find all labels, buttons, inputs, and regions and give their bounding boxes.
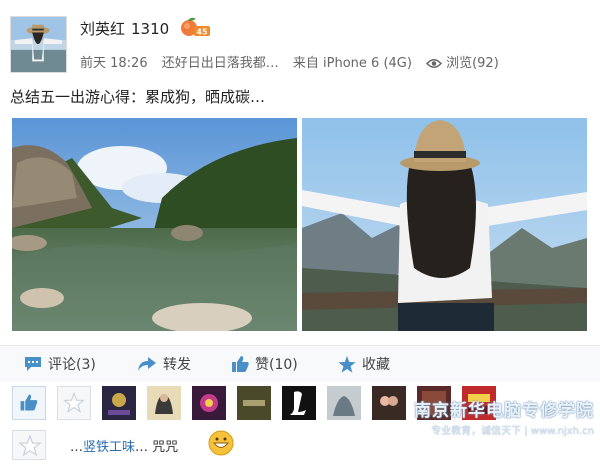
comment-text: …竖铁工味… 咒咒 xyxy=(70,436,178,455)
post-meta: 前天 18:26 还好日出日落我都… 来自 iPhone 6 (4G) 浏览(9… xyxy=(80,52,519,71)
view-count: 浏览(92) xyxy=(426,56,509,71)
gift-3-icon[interactable] xyxy=(192,386,226,420)
like-button[interactable]: 赞(10) xyxy=(232,354,298,374)
watermark-title: 南京新华电脑专修学院 xyxy=(414,401,594,421)
comment-icon xyxy=(25,357,41,371)
level-badge-icon: 45 xyxy=(181,17,210,37)
level-badge-text: 45 xyxy=(196,28,208,37)
eye-icon xyxy=(426,59,443,68)
star-icon xyxy=(63,391,85,413)
gift-1-icon[interactable] xyxy=(102,386,136,420)
photo-person[interactable] xyxy=(302,118,587,331)
view-count-text: 浏览(92) xyxy=(446,56,499,71)
post-title[interactable]: 还好日出日落我都… xyxy=(162,56,279,71)
comment-user-link[interactable]: 竖铁 xyxy=(83,440,109,455)
star-icon xyxy=(338,355,356,373)
username-text[interactable]: 刘英红 xyxy=(80,20,125,38)
thumb-up-icon xyxy=(20,394,38,411)
grin-emoji-icon xyxy=(208,430,234,456)
post-card: 刘英红 1310 45 前天 18:26 还好日出日落我都… 来自 iPhone … xyxy=(0,0,600,460)
gift-2-icon[interactable] xyxy=(147,386,181,420)
comment-prefix: … xyxy=(70,440,83,455)
star-icon xyxy=(18,434,42,457)
comment-row: …竖铁工味… 咒咒 xyxy=(0,428,600,460)
gift-5-icon[interactable] xyxy=(282,386,316,420)
username[interactable]: 刘英红 1310 xyxy=(80,18,169,39)
gift-4-icon[interactable] xyxy=(237,386,271,420)
photo-lake[interactable] xyxy=(12,118,297,331)
comment-label[interactable]: 评论(3) xyxy=(48,354,96,374)
thumb-up-icon xyxy=(232,356,249,372)
post-text: 总结五一出游心得：累成狗，晒成碳… xyxy=(10,88,266,106)
share-icon xyxy=(138,357,156,371)
comment-suffix: … 咒咒 xyxy=(135,440,179,455)
gift-6-icon[interactable] xyxy=(327,386,361,420)
favorite-button[interactable]: 收藏 xyxy=(338,354,390,374)
comment-button[interactable]: 评论(3) xyxy=(24,354,96,374)
action-bar: 评论(3) 转发 赞(10) 收藏 xyxy=(0,346,600,382)
gift-like-button[interactable] xyxy=(12,386,46,420)
post-source: 来自 iPhone 6 (4G) xyxy=(292,56,412,71)
user-number: 1310 xyxy=(131,20,170,38)
comment-star-button[interactable] xyxy=(12,430,46,460)
avatar[interactable] xyxy=(10,16,67,73)
gift-star-button[interactable] xyxy=(57,386,91,420)
post-time[interactable]: 前天 18:26 xyxy=(80,56,148,71)
like-label[interactable]: 赞(10) xyxy=(255,354,298,374)
share-label[interactable]: 转发 xyxy=(163,354,191,374)
comment-middle[interactable]: 工味 xyxy=(109,440,135,455)
favorite-label[interactable]: 收藏 xyxy=(362,354,390,374)
gift-7-icon[interactable] xyxy=(372,386,406,420)
share-button[interactable]: 转发 xyxy=(137,354,191,374)
